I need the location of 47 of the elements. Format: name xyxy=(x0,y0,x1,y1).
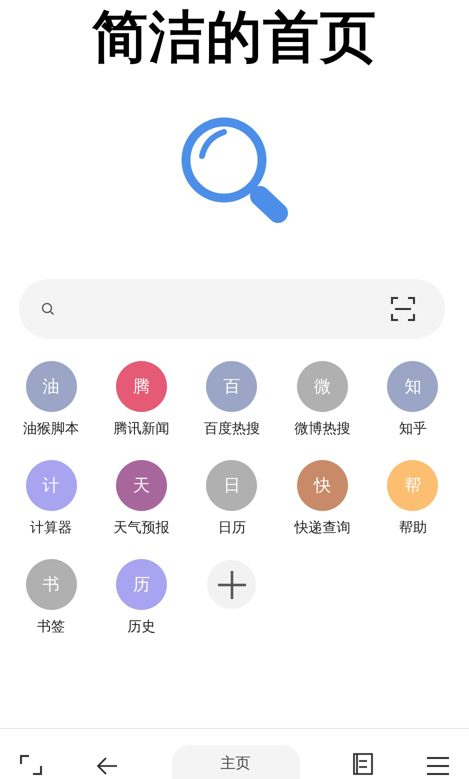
shortcut-badge: 油 xyxy=(26,361,77,412)
menu-icon xyxy=(427,757,449,775)
shortcut-item[interactable]: 日 日历 xyxy=(186,460,278,538)
shortcut-label: 快递查询 xyxy=(294,519,350,538)
shortcut-item[interactable]: 历 历史 xyxy=(96,559,187,637)
page-icon xyxy=(353,753,374,775)
shortcut-badge: 历 xyxy=(116,559,168,610)
shortcut-badge: 知 xyxy=(387,361,438,412)
shortcut-label: 微博热搜 xyxy=(294,420,350,439)
shortcut-label: 计算器 xyxy=(30,519,72,538)
shortcut-badge: 快 xyxy=(296,460,348,511)
shortcut-badge: 微 xyxy=(296,361,348,412)
shortcut-label: 天气预报 xyxy=(114,519,170,538)
back-arrow-icon xyxy=(96,757,118,775)
shortcut-item[interactable]: 快 快递查询 xyxy=(277,460,368,538)
shortcut-item[interactable]: 天 天气预报 xyxy=(96,460,187,538)
shortcut-badge: 日 xyxy=(206,460,258,511)
shortcut-item[interactable]: 书 书签 xyxy=(6,559,96,637)
scan-icon[interactable] xyxy=(391,297,415,321)
shortcut-badge: 腾 xyxy=(116,361,168,412)
shortcut-badge: 百 xyxy=(206,361,258,412)
shortcut-label: 油猴脚本 xyxy=(23,420,80,439)
shortcut-label: 历史 xyxy=(128,618,156,637)
shortcut-item[interactable]: 油 油猴脚本 xyxy=(6,361,96,439)
shortcut-label: 知乎 xyxy=(398,420,427,439)
search-icon xyxy=(41,302,55,316)
add-shortcut-button[interactable] xyxy=(207,560,256,609)
shortcut-badge: 天 xyxy=(116,460,168,511)
shortcut-label: 腾讯新闻 xyxy=(114,420,170,439)
shortcut-label: 帮助 xyxy=(398,519,427,538)
plus-icon xyxy=(218,570,246,598)
shortcut-item[interactable]: 帮 帮助 xyxy=(368,460,458,538)
shortcut-item[interactable]: 知 知乎 xyxy=(368,361,458,439)
shortcut-badge: 书 xyxy=(26,559,77,610)
magnifier-logo-icon xyxy=(180,116,290,226)
shortcut-label: 百度热搜 xyxy=(204,420,260,439)
shortcut-label: 日历 xyxy=(218,519,246,538)
shortcut-badge: 计 xyxy=(26,460,77,511)
shortcut-item[interactable]: 微 微博热搜 xyxy=(277,361,368,439)
shortcut-item[interactable]: 计 计算器 xyxy=(6,460,96,538)
home-tab[interactable]: 主页 xyxy=(172,745,300,779)
shortcut-badge: 帮 xyxy=(387,460,438,511)
page-title: 简洁的首页 xyxy=(92,4,377,72)
shortcut-item[interactable]: 腾 腾讯新闻 xyxy=(96,361,187,439)
shortcut-label: 书签 xyxy=(37,618,66,637)
corners-icon xyxy=(20,755,42,775)
shortcut-item[interactable]: 百 百度热搜 xyxy=(186,361,278,439)
